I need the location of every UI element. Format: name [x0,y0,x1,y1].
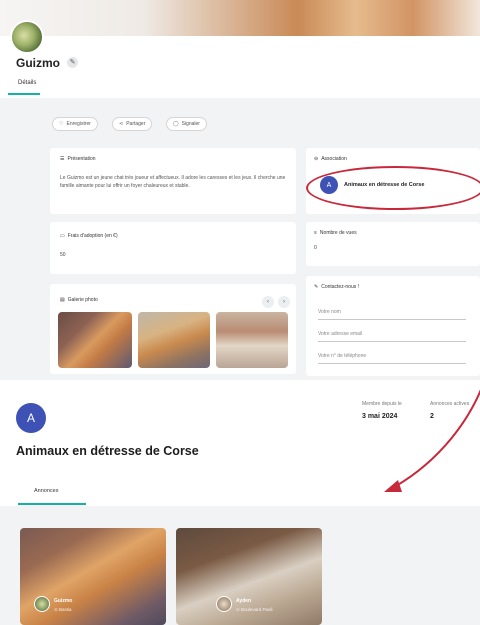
notes-icon: ☰ [60,156,65,162]
gallery-photo[interactable] [58,312,132,368]
contact-title-text: Contactez-nous ! [321,284,360,290]
listing-avatar [34,596,50,612]
tab-active-indicator [8,93,40,95]
listing-card[interactable]: Guizmo ⊙ Bastia [20,528,166,625]
share-label: Partager [126,121,146,127]
contact-title: ✎ Contactez-nous ! [314,284,359,290]
active-ads-value: 2 [430,413,434,420]
list-icon: ≡ [314,230,317,236]
fees-card [50,222,296,274]
share-icon: ⋖ [119,121,124,127]
listing-place-text: Boulevard Paoli [241,607,273,612]
pet-name: Guizmo [16,56,60,70]
name-input[interactable]: Votre nom [318,304,466,320]
gallery-prev-button[interactable]: ‹ [262,296,274,308]
group-icon: ⊖ [314,156,319,162]
heart-icon: ♡ [59,121,64,127]
phone-input[interactable]: Votre n° de téléphone [318,348,466,364]
fees-title: ▭ Frais d'adoption (en €) [60,233,118,239]
tab-details[interactable]: Détails [18,80,36,86]
tab-active-indicator [18,503,86,505]
gallery-photo[interactable] [138,312,210,368]
warning-icon: ◯ [173,121,179,127]
fees-title-text: Frais d'adoption (en €) [67,233,118,239]
gallery-photo[interactable] [216,312,288,368]
fees-value: 50 [60,252,66,258]
pencil-icon[interactable]: ✎ [67,57,78,68]
pencil-icon: ✎ [314,284,319,290]
association-page-avatar: A [16,403,46,433]
association-card-title-text: Association [321,156,347,162]
listing-place: ⊙ Boulevard Paoli [236,607,273,612]
presentation-text: Le Guizmo est un jeune chat très joueur … [60,175,286,189]
association-card-title: ⊖ Association [314,156,347,162]
report-label: Signaler [181,121,200,127]
tab-annonces[interactable]: Annonces [34,488,58,494]
views-card [306,222,480,266]
association-page-title: Animaux en détresse de Corse [16,444,199,458]
listing-card[interactable]: Ayden ⊙ Boulevard Paoli [176,528,322,625]
member-since-value: 3 mai 2024 [362,413,398,420]
email-input[interactable]: Votre adresse email [318,326,466,342]
listing-place-text: Bastia [59,607,72,612]
presentation-title: ☰ Présentation [60,156,96,162]
share-button[interactable]: ⋖ Partager [112,117,153,131]
member-since-label: Membre depuis le [362,401,402,407]
gallery-next-button[interactable]: › [278,296,290,308]
gallery-title: ▤ Galerie photo [60,297,98,303]
image-icon: ▤ [60,297,65,303]
money-icon: ▭ [60,233,65,239]
presentation-title-text: Présentation [67,156,96,162]
views-title-text: Nombre de vues [319,230,357,236]
views-title: ≡ Nombre de vues [314,230,357,236]
views-value: 0 [314,245,317,251]
report-button[interactable]: ◯ Signaler [166,117,207,131]
highlight-ellipse [306,166,480,210]
listing-name: Ayden [236,598,252,604]
save-button[interactable]: ♡ Enregistrer [52,117,98,131]
save-label: Enregistrer [66,121,91,127]
pet-avatar [10,20,44,54]
active-ads-label: Annonces actives [430,401,470,407]
listing-place: ⊙ Bastia [54,607,72,612]
pet-page-panel: Guizmo ✎ Détails ♡ Enregistrer ⋖ Partage… [0,0,480,380]
cover-photo [0,0,480,36]
listing-avatar [216,596,232,612]
listing-name: Guizmo [54,598,73,604]
gallery-title-text: Galerie photo [67,297,98,303]
